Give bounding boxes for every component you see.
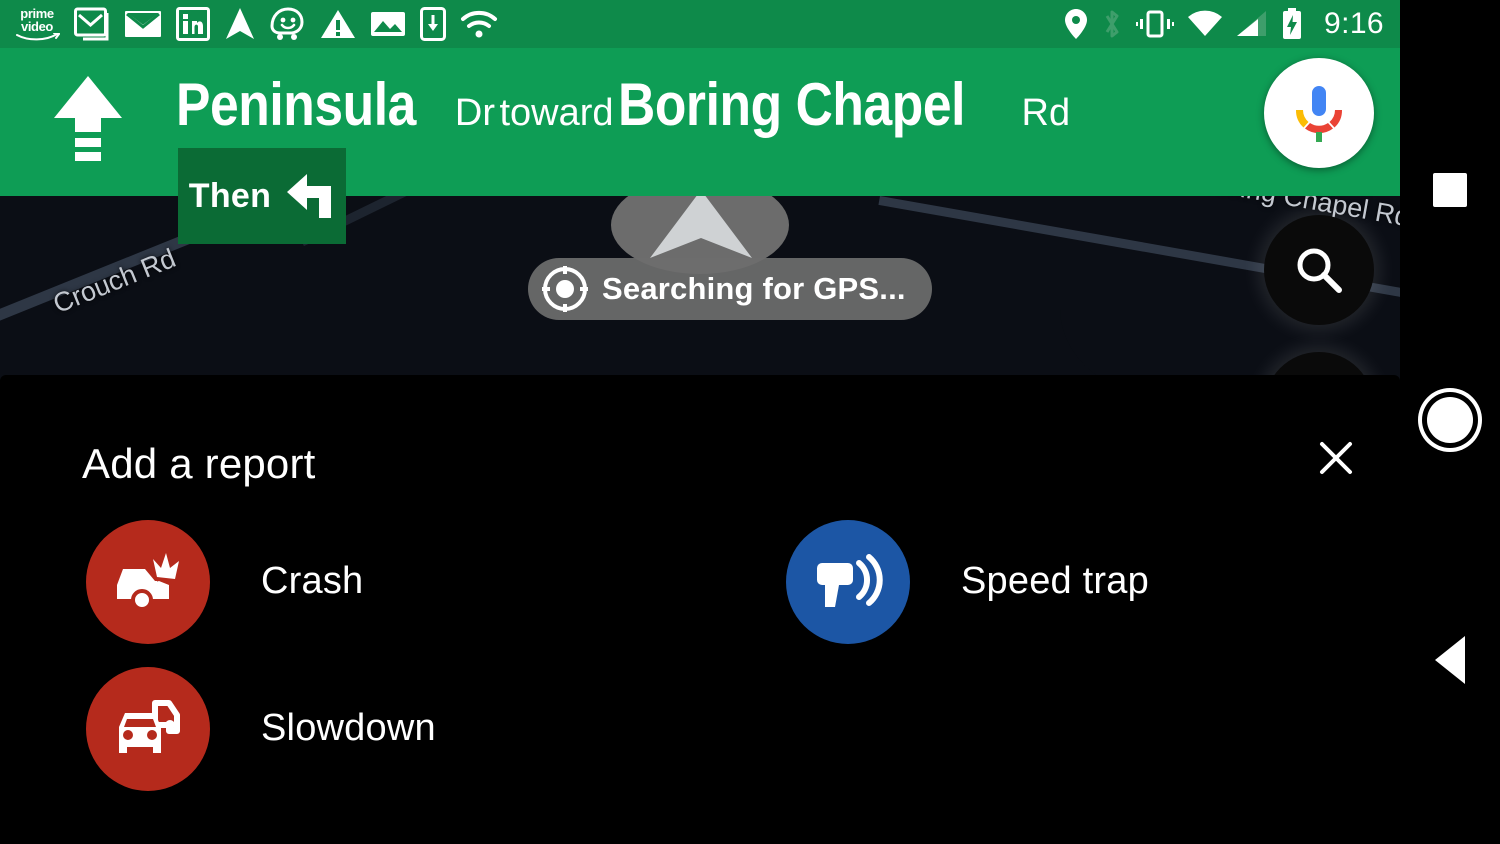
square-icon [1433, 173, 1467, 207]
wifi-icon [461, 10, 497, 38]
search-icon [1297, 248, 1342, 293]
back-button[interactable] [1400, 620, 1500, 700]
report-option-slowdown[interactable]: Slowdown [0, 655, 700, 802]
circle-icon [1427, 397, 1473, 443]
device-screen: Crouch Rd Boring Chapel Rd Searching for… [0, 0, 1500, 844]
home-button[interactable] [1400, 380, 1500, 460]
car-crash-icon [117, 552, 179, 611]
bluetooth-icon [1105, 10, 1119, 38]
status-clock: 9:16 [1324, 7, 1384, 40]
prime-video-icon: prime video [14, 7, 60, 41]
photo-icon [371, 12, 405, 36]
report-option-speed-trap[interactable]: Speed trap [700, 508, 1400, 655]
nav-street-main: Peninsula [176, 71, 416, 138]
battery-charging-icon [1283, 8, 1301, 39]
status-bar-system-icons: 9:16 [1064, 7, 1384, 41]
android-navigation-bar [1400, 0, 1500, 844]
gps-status-pill: Searching for GPS... [528, 258, 932, 320]
close-icon[interactable] [1306, 428, 1366, 488]
email-icon [125, 11, 161, 37]
triangle-icon [1435, 636, 1465, 684]
navigation-instruction: Peninsula Dr toward Boring Chapel Rd [176, 48, 1400, 139]
crash-icon-bubble [86, 519, 210, 644]
report-options-grid: Crash Speed trap Slowdown [0, 508, 1400, 802]
gps-status-label: Searching for GPS... [602, 271, 906, 306]
recents-button[interactable] [1400, 150, 1500, 230]
speed-camera-icon [817, 553, 883, 607]
report-option-label: Slowdown [261, 707, 436, 749]
wifi-icon [1188, 10, 1222, 36]
vibrate-icon [1136, 10, 1174, 38]
then-maneuver-chip: Then [178, 148, 346, 244]
nav-street-suffix: Dr [454, 92, 496, 134]
warning-triangle-icon [321, 10, 355, 38]
status-bar: prime video 9:16 [0, 0, 1400, 48]
turn-left-icon [287, 174, 332, 218]
cell-signal-icon [1237, 11, 1266, 36]
linkedin-icon [176, 7, 210, 41]
panel-title: Add a report [82, 440, 316, 487]
then-label: Then [188, 176, 272, 215]
gps-target-icon [542, 266, 588, 312]
report-option-label: Crash [261, 560, 364, 602]
assistant-mic-fab[interactable] [1264, 58, 1374, 168]
speed-trap-icon-bubble [786, 519, 910, 644]
download-to-phone-icon [420, 7, 446, 41]
navigation-arrow-icon [226, 8, 254, 39]
traffic-slowdown-icon [119, 699, 180, 753]
report-option-crash[interactable]: Crash [0, 508, 700, 655]
waze-icon [270, 7, 304, 40]
slowdown-icon-bubble [86, 666, 210, 791]
nav-destination-suffix: Rd [1021, 92, 1071, 134]
maneuver-straight-icon [0, 48, 176, 172]
location-pin-icon [1065, 9, 1087, 39]
status-bar-notifications: prime video [14, 7, 498, 41]
search-fab[interactable] [1264, 215, 1374, 325]
report-option-label: Speed trap [961, 560, 1149, 602]
nav-connector: toward [499, 92, 614, 134]
nav-destination-main: Boring Chapel [618, 71, 966, 138]
prime-video-label-bottom: video [21, 19, 53, 34]
gmail-icon [74, 7, 109, 41]
microphone-icon [1295, 86, 1343, 142]
gps-heading-arrow [650, 190, 752, 258]
